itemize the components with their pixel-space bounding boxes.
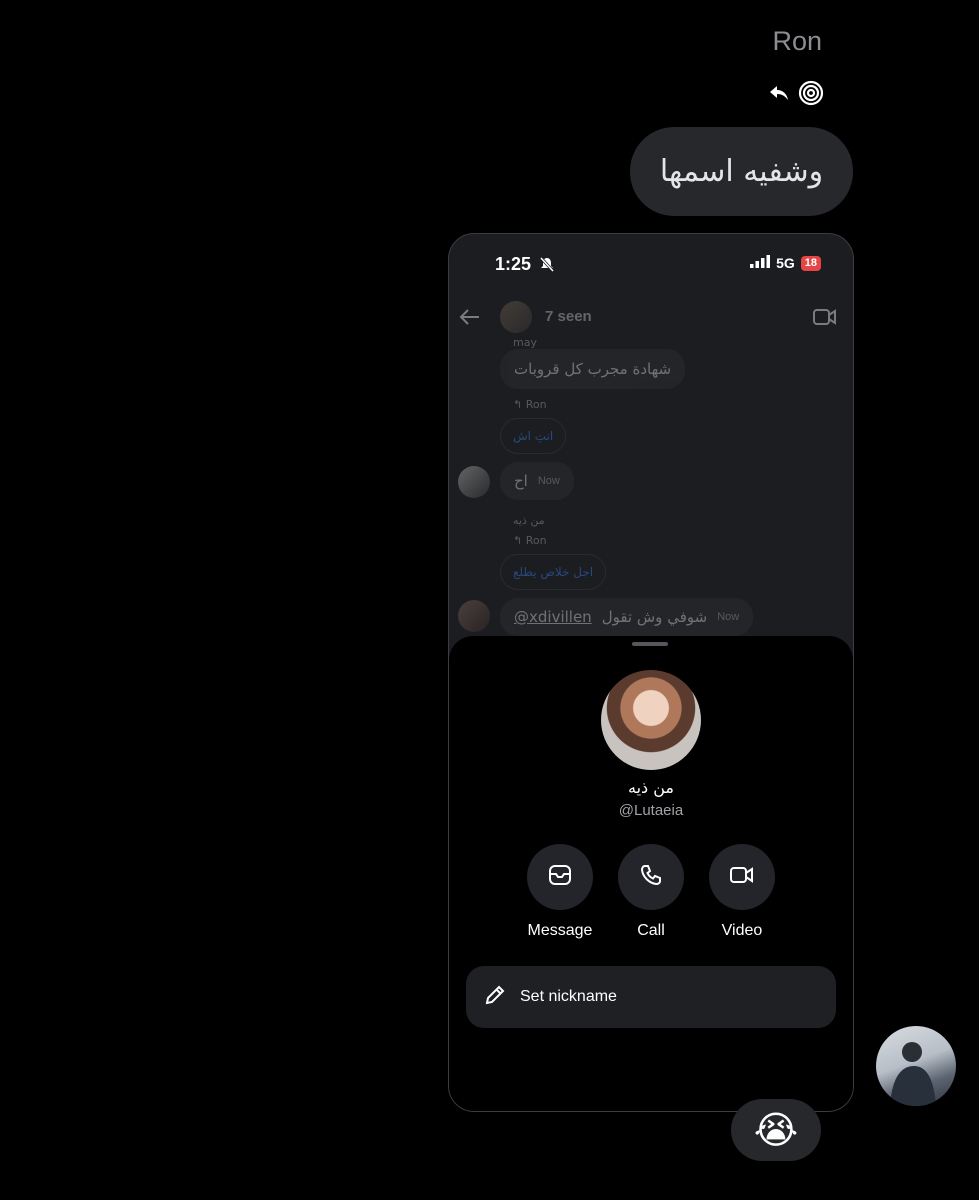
video-label: Video: [721, 922, 763, 939]
profile-handle: @Lutaeia: [618, 802, 684, 819]
reply-label: ↰ Ron: [513, 398, 547, 411]
status-bar: 1:25 5G 18: [449, 234, 853, 294]
shared-screenshot[interactable]: 1:25 5G 18 7 seen may شهادة مجرب كل قروب…: [448, 233, 854, 1112]
message-bubble[interactable]: اجل خلاص يطلع: [500, 554, 607, 590]
message-label: Message: [527, 922, 593, 939]
reply-arrow-icon: [768, 83, 790, 108]
message-bubble[interactable]: اح Now: [500, 462, 574, 500]
network-label: 5G: [776, 255, 795, 271]
crying-face-icon: 😭: [753, 1109, 799, 1152]
message-time: Now: [717, 611, 740, 623]
spiral-icon: [798, 80, 824, 111]
sender-name: Ron: [772, 26, 822, 56]
profile-avatar[interactable]: [601, 670, 701, 770]
call-button[interactable]: [618, 844, 684, 910]
pencil-icon: [484, 984, 506, 1011]
battery-indicator: 18: [800, 255, 821, 271]
chat-background: 7 seen may شهادة مجرب كل قروبات ↰ Ron ان…: [449, 294, 853, 639]
message-button[interactable]: [527, 844, 593, 910]
message-icon: [548, 864, 572, 891]
message-bubble[interactable]: شهادة مجرب كل قروبات: [500, 349, 686, 389]
message-text: شوفي وش تقول: [601, 608, 708, 626]
message-text: شهادة مجرب كل قروبات: [514, 360, 672, 378]
signal-icon: [750, 255, 771, 271]
reaction-badge[interactable]: 😭: [731, 1099, 821, 1161]
video-icon: [730, 866, 754, 889]
profile-name: من ذيه: [628, 778, 674, 797]
call-label: Call: [637, 922, 665, 939]
bell-muted-icon: [539, 256, 555, 277]
mention-link[interactable]: @xdivillen: [514, 608, 592, 626]
message-bubble[interactable]: وشفيه اسمها: [630, 127, 853, 216]
chat-avatar[interactable]: [500, 301, 532, 333]
set-nickname-label: Set nickname: [520, 988, 617, 1005]
phone-icon: [640, 864, 662, 891]
user-avatar[interactable]: [876, 1026, 956, 1106]
set-nickname-button[interactable]: Set nickname: [466, 966, 836, 1028]
message-text: اح: [514, 472, 528, 490]
video-call-icon[interactable]: [813, 308, 837, 331]
message-prefix: may: [513, 336, 537, 349]
message-time: Now: [537, 475, 560, 487]
message-bubble[interactable]: انتِ اش: [500, 418, 567, 454]
message-action[interactable]: Message: [515, 844, 605, 940]
status-time: 1:25: [495, 254, 555, 277]
video-action[interactable]: Video: [697, 844, 787, 940]
reply-indicator: [768, 80, 824, 111]
sender-avatar[interactable]: [458, 600, 490, 632]
reply-label: ↰ Ron: [513, 534, 547, 547]
seen-count: 7 seen: [545, 308, 592, 325]
call-action[interactable]: Call: [606, 844, 696, 940]
profile-sheet: من ذيه @Lutaeia Message Call Video Set n…: [449, 636, 853, 1111]
message-bubble[interactable]: @xdivillen شوفي وش تقول Now: [500, 598, 754, 636]
sender-label: من ذيه: [513, 514, 545, 527]
sheet-grabber[interactable]: [632, 642, 668, 646]
video-button[interactable]: [709, 844, 775, 910]
sender-avatar[interactable]: [458, 466, 490, 498]
back-arrow-icon[interactable]: [459, 308, 481, 331]
